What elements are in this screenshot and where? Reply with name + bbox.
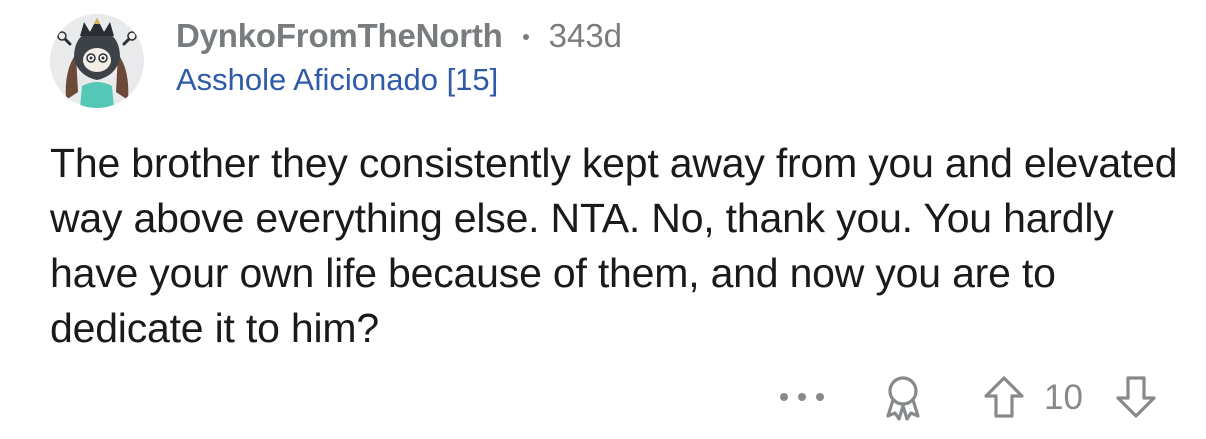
comment-actions: 10 <box>0 370 1206 424</box>
separator-dot <box>522 34 529 40</box>
comment: DynkoFromTheNorth 343d Asshole Aficionad… <box>0 0 1206 439</box>
upvote-arrow-icon[interactable] <box>982 374 1026 420</box>
more-icon[interactable] <box>780 390 824 404</box>
avatar[interactable] <box>50 14 144 108</box>
user-flair: Asshole Aficionado [15] <box>176 62 499 97</box>
avatar-illustration <box>50 14 144 108</box>
award-icon[interactable] <box>878 372 928 422</box>
author-username[interactable]: DynkoFromTheNorth <box>176 16 503 56</box>
author-line: DynkoFromTheNorth 343d <box>176 16 622 56</box>
downvote-arrow-icon[interactable] <box>1114 374 1158 420</box>
comment-meta: DynkoFromTheNorth 343d Asshole Aficionad… <box>176 16 622 99</box>
comment-body: The brother they consistently kept away … <box>50 140 1178 351</box>
vote-score: 10 <box>1044 378 1083 417</box>
comment-age: 343d <box>548 17 623 54</box>
